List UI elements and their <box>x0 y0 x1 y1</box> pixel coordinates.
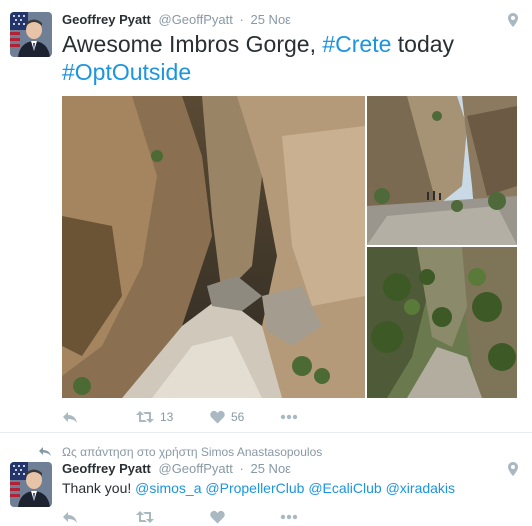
divider <box>0 432 532 433</box>
retweet-icon <box>136 411 154 423</box>
like-button[interactable] <box>210 508 225 526</box>
retweet-button[interactable] <box>136 508 154 526</box>
tweet-2: Ως απάντηση στο χρήστη Simos Anastasopou… <box>0 436 532 526</box>
mention-xiradakis[interactable]: @xiradakis <box>386 480 455 496</box>
reply-arrow-icon <box>39 447 51 456</box>
tweet-text: Awesome Imbros Gorge, #Crete today #OptO… <box>62 30 522 86</box>
text-part-1: Awesome Imbros Gorge, <box>62 31 316 57</box>
text-part-2: today <box>397 31 455 57</box>
separator-dot: · <box>239 12 244 27</box>
reply-text: Thank you! <box>62 480 132 496</box>
timestamp[interactable]: 25 Νοε <box>250 461 291 476</box>
separator-dot: · <box>239 461 244 476</box>
hashtag-crete[interactable]: #Crete <box>322 31 391 57</box>
reply-context[interactable]: Ως απάντηση στο χρήστη Simos Anastasopou… <box>38 444 322 460</box>
reply-button[interactable] <box>62 408 78 426</box>
reply-icon <box>63 512 77 523</box>
timestamp[interactable]: 25 Νοε <box>250 12 291 27</box>
tweet-header: Geoffrey Pyatt @GeoffPyatt · 25 Νοε <box>62 461 291 477</box>
avatar[interactable] <box>10 462 52 507</box>
mention-propellerclub[interactable]: @PropellerClub <box>205 480 304 496</box>
more-icon <box>280 414 298 420</box>
media-grid <box>62 96 517 398</box>
photo-gorge-hikers[interactable] <box>367 96 517 245</box>
reply-context-text: Ως απάντηση στο χρήστη Simos Anastasopou… <box>62 445 323 459</box>
like-button[interactable]: 56 <box>210 408 244 426</box>
retweet-count: 13 <box>160 410 174 424</box>
reply-button[interactable] <box>62 508 78 526</box>
photo-gorge-main[interactable] <box>62 96 365 398</box>
tweet-header: Geoffrey Pyatt @GeoffPyatt · 25 Νοε <box>62 12 291 28</box>
photo-gorge-forest[interactable] <box>367 247 517 398</box>
author-name[interactable]: Geoffrey Pyatt <box>62 12 151 27</box>
tweet-text: Thank you! @simos_a @PropellerClub @Ecal… <box>62 479 455 497</box>
author-name[interactable]: Geoffrey Pyatt <box>62 461 151 476</box>
mention-simos-a[interactable]: @simos_a <box>135 480 201 496</box>
reply-icon <box>63 412 77 423</box>
more-button[interactable] <box>280 508 298 526</box>
more-button[interactable] <box>280 408 298 426</box>
retweet-button[interactable]: 13 <box>136 408 173 426</box>
heart-icon <box>210 410 225 424</box>
mention-ecaliclub[interactable]: @EcaliClub <box>308 480 381 496</box>
heart-icon <box>210 510 225 524</box>
avatar[interactable] <box>10 12 52 57</box>
location-pin-icon[interactable] <box>508 462 518 476</box>
like-count: 56 <box>231 410 245 424</box>
more-icon <box>280 514 298 520</box>
hashtag-optoutside[interactable]: #OptOutside <box>62 59 191 85</box>
author-handle[interactable]: @GeoffPyatt <box>159 12 233 27</box>
retweet-icon <box>136 511 154 523</box>
author-handle[interactable]: @GeoffPyatt <box>159 461 233 476</box>
tweet-1: Geoffrey Pyatt @GeoffPyatt · 25 Νοε Awes… <box>0 0 532 432</box>
location-pin-icon[interactable] <box>508 13 518 27</box>
